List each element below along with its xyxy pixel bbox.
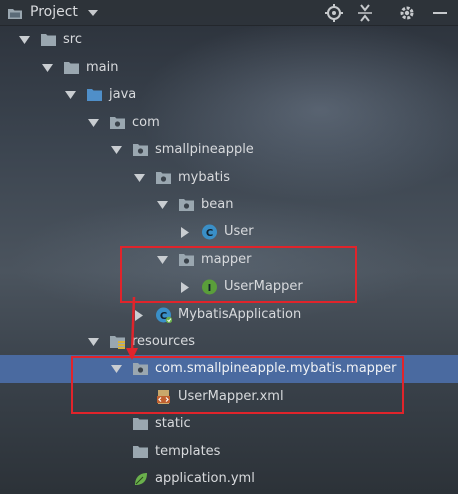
tree-node-label: application.yml bbox=[155, 471, 255, 486]
expanded-arrow-icon[interactable] bbox=[110, 363, 122, 375]
expanded-arrow-icon[interactable] bbox=[87, 336, 99, 348]
expanded-arrow-icon[interactable] bbox=[87, 117, 99, 129]
spring-boot-class-icon: C bbox=[155, 307, 173, 324]
tree-node[interactable]: resources bbox=[0, 328, 458, 356]
project-folder-icon bbox=[6, 0, 24, 25]
hide-minus-icon[interactable] bbox=[428, 0, 452, 25]
project-toolbar: Project bbox=[0, 0, 458, 26]
tree-node[interactable]: static bbox=[0, 410, 458, 438]
folder-icon bbox=[132, 444, 149, 460]
tree-node-label: templates bbox=[155, 444, 221, 459]
locate-crosshair-icon[interactable] bbox=[323, 0, 345, 25]
tree-node-label: src bbox=[63, 32, 82, 47]
expanded-arrow-icon[interactable] bbox=[156, 199, 168, 211]
expanded-arrow-icon[interactable] bbox=[133, 172, 145, 184]
tree-node[interactable]: com bbox=[0, 109, 458, 137]
tree-node-label: static bbox=[155, 416, 191, 431]
class-icon: C bbox=[201, 224, 218, 240]
collapse-all-icon[interactable] bbox=[354, 0, 376, 25]
expanded-arrow-icon[interactable] bbox=[64, 89, 76, 101]
expanded-arrow-icon[interactable] bbox=[18, 34, 30, 46]
tree-node[interactable]: main bbox=[0, 54, 458, 82]
folder-icon bbox=[40, 32, 57, 48]
package-icon bbox=[132, 142, 149, 158]
tree-node-label: smallpineapple bbox=[155, 142, 254, 157]
tree-node-label: main bbox=[86, 60, 119, 75]
interface-icon: I bbox=[201, 279, 218, 295]
tree-node-label: UserMapper bbox=[224, 279, 303, 294]
tree-node[interactable]: C MybatisApplication bbox=[0, 301, 458, 329]
expanded-arrow-icon[interactable] bbox=[110, 144, 122, 156]
package-icon bbox=[155, 170, 172, 186]
tree-node-label: com.smallpineapple.mybatis.mapper bbox=[155, 361, 397, 376]
tree-node[interactable]: smallpineapple bbox=[0, 136, 458, 164]
tree-node[interactable]: mybatis bbox=[0, 164, 458, 192]
tree-node[interactable]: C User bbox=[0, 218, 458, 246]
tree-node-label: UserMapper.xml bbox=[178, 389, 284, 404]
source-root-folder-icon bbox=[86, 87, 103, 103]
tree-node-label: MybatisApplication bbox=[178, 307, 302, 322]
package-icon bbox=[178, 197, 195, 213]
expanded-arrow-icon[interactable] bbox=[41, 62, 53, 74]
settings-gear-icon[interactable] bbox=[396, 0, 418, 25]
package-icon bbox=[178, 252, 195, 268]
tree-node-label: mapper bbox=[201, 252, 252, 267]
tree-node[interactable]: com.smallpineapple.mybatis.mapper bbox=[0, 355, 458, 383]
spring-yml-icon bbox=[132, 471, 149, 487]
svg-text:I: I bbox=[208, 283, 212, 294]
tree-node[interactable]: bean bbox=[0, 191, 458, 219]
tree-node-label: java bbox=[109, 87, 137, 102]
xml-file-icon bbox=[155, 389, 172, 405]
folder-icon bbox=[132, 416, 149, 432]
tree-node[interactable]: application.yml bbox=[0, 465, 458, 493]
project-view-label[interactable]: Project bbox=[30, 4, 78, 21]
expanded-arrow-icon[interactable] bbox=[156, 254, 168, 266]
tree-node-label: com bbox=[132, 115, 160, 130]
tree-node-label: mybatis bbox=[178, 170, 231, 185]
package-icon bbox=[109, 115, 126, 131]
folder-icon bbox=[63, 60, 80, 76]
collapsed-arrow-icon[interactable] bbox=[179, 281, 191, 293]
tree-node[interactable]: src bbox=[0, 26, 458, 54]
tree-node[interactable]: mapper bbox=[0, 246, 458, 274]
tree-node[interactable]: templates bbox=[0, 438, 458, 466]
project-tree: src main java com smallpineapple mybatis bean C… bbox=[0, 25, 458, 494]
svg-text:C: C bbox=[206, 228, 213, 239]
tree-node-label: User bbox=[224, 224, 254, 239]
dropdown-caret-icon[interactable] bbox=[87, 0, 99, 25]
annotation-arrow bbox=[126, 296, 138, 360]
tree-node-label: bean bbox=[201, 197, 234, 212]
tree-node[interactable]: I UserMapper bbox=[0, 273, 458, 301]
tree-node[interactable]: java bbox=[0, 81, 458, 109]
collapsed-arrow-icon[interactable] bbox=[179, 226, 191, 238]
tree-node[interactable]: UserMapper.xml bbox=[0, 383, 458, 411]
